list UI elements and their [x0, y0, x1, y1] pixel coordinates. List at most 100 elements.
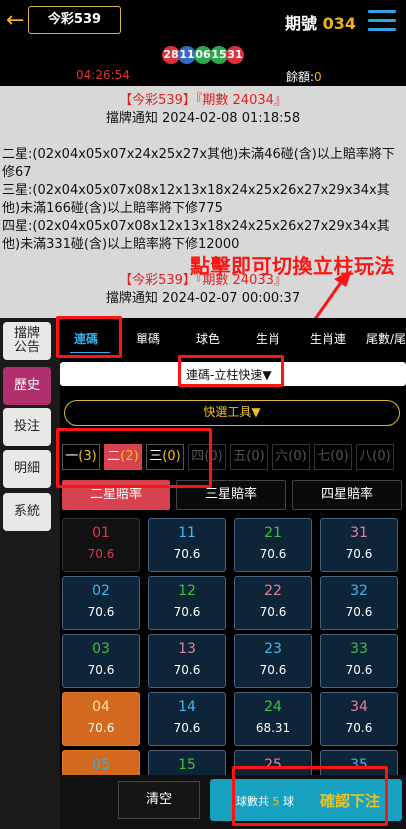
number-cell[interactable]: 34 70.6 — [320, 692, 398, 746]
balance-value: 0 — [314, 70, 322, 84]
tab-ballcolor[interactable]: 球色 — [196, 330, 220, 347]
sidebar-item-history[interactable]: 歷史 — [3, 367, 51, 405]
balance-label: 餘額: — [286, 70, 315, 84]
sidebar-item-label: 投注 — [13, 419, 40, 434]
result-ball: 31 — [226, 46, 244, 64]
number-cell-odds: 70.6 — [345, 547, 373, 561]
number-cell-number: 15 — [178, 757, 196, 773]
number-cell[interactable]: 32 70.6 — [320, 576, 398, 630]
number-cell[interactable]: 31 70.6 — [320, 518, 398, 572]
pillar-tab-count: (0) — [330, 449, 349, 464]
sidebar-item-detail[interactable]: 明細 — [3, 450, 51, 488]
number-cell-number: 32 — [350, 583, 368, 599]
tab-danma[interactable]: 單碼 — [136, 330, 160, 347]
number-cell-odds: 70.6 — [87, 547, 115, 561]
confirm-label: 確認下注 — [320, 792, 381, 810]
number-cell[interactable]: 14 70.6 — [148, 692, 226, 746]
number-cell-odds: 70.6 — [345, 721, 373, 735]
tab-zodiac-combo[interactable]: 生肖連 — [310, 330, 346, 347]
number-cell[interactable]: 22 70.6 — [234, 576, 312, 630]
pillar-tab-label: 八 — [359, 449, 373, 464]
ball-count: 球數共 5 球 — [236, 793, 294, 809]
number-cell-odds: 70.6 — [173, 547, 201, 561]
number-cell[interactable]: 01 70.6 — [62, 518, 140, 572]
sidebar-item-label: 擋牌 公告 — [13, 326, 40, 355]
confirm-bet-button[interactable]: 球數共 5 球 確認下注 — [210, 779, 402, 821]
lottery-select-button[interactable]: 今彩539 — [28, 6, 121, 34]
number-cell[interactable]: 21 70.6 — [234, 518, 312, 572]
tab-3star-rate[interactable]: 三星賠率 — [176, 480, 286, 510]
notice-subtitle: 擋牌通知 2024-02-07 00:00:37 — [105, 291, 301, 306]
number-cell[interactable]: 12 70.6 — [148, 576, 226, 630]
number-cell-odds: 68.31 — [255, 721, 291, 735]
number-cell-number: 01 — [92, 525, 110, 541]
number-cell-odds: 70.6 — [259, 547, 287, 561]
pillar-tab-label: 四 — [191, 449, 205, 464]
pillar-tab-count: (0) — [372, 449, 391, 464]
number-cell-odds: 70.6 — [173, 721, 201, 735]
quick-tools-button[interactable]: 快選工具▼ — [64, 400, 400, 426]
sidebar-item-label: 明細 — [13, 461, 40, 476]
annotation-text: 點擊即可切換立柱玩法 — [190, 254, 395, 278]
sidebar-item-label: 歷史 — [13, 378, 40, 393]
play-type-dropdown[interactable]: 連碼-立柱快速▼ — [60, 362, 406, 386]
number-cell[interactable]: 23 70.6 — [234, 634, 312, 688]
ball-count-value: 5 — [272, 795, 280, 808]
pillar-tab-label: 六 — [275, 449, 289, 464]
pillar-tab: 四(0) — [188, 444, 226, 470]
pillar-tab[interactable]: 一(3) — [62, 444, 100, 470]
number-cell[interactable]: 02 70.6 — [62, 576, 140, 630]
clear-button[interactable]: 清空 — [118, 781, 200, 819]
pillar-tab: 六(0) — [272, 444, 310, 470]
notice-line: 三星:(02x04x05x07x08x12x13x18x24x25x26x27x… — [2, 183, 390, 216]
tab-tail[interactable]: 尾數/尾 — [366, 330, 406, 347]
pillar-tab-count: (2) — [120, 449, 139, 464]
number-cell-odds: 70.6 — [87, 721, 115, 735]
tab-zodiac[interactable]: 生肖 — [256, 330, 280, 347]
pillar-tab-label: 五 — [233, 449, 247, 464]
number-cell-odds: 70.6 — [345, 663, 373, 677]
sidebar-item-system[interactable]: 系統 — [3, 493, 51, 531]
notice-title: 【今彩539】『期數 24034』 — [119, 93, 287, 108]
pillar-tab-count: (0) — [288, 449, 307, 464]
pillar-tab: 七(0) — [314, 444, 352, 470]
tab-underline — [70, 352, 110, 353]
notice-panel[interactable]: 【今彩539】『期數 24034』 擋牌通知 2024-02-08 01:18:… — [0, 86, 406, 318]
pillar-tab-count: (0) — [162, 449, 181, 464]
number-cell-number: 02 — [92, 583, 110, 599]
back-arrow-icon[interactable]: ← — [6, 8, 26, 34]
tab-lianma[interactable]: 連碼 — [74, 330, 98, 347]
period-display: 期號 034 — [285, 10, 356, 34]
sidebar-item-notice[interactable]: 擋牌 公告 — [3, 322, 51, 360]
tab-2star-rate[interactable]: 二星賠率 — [62, 480, 170, 510]
tab-4star-rate[interactable]: 四星賠率 — [292, 480, 402, 510]
number-cell[interactable]: 13 70.6 — [148, 634, 226, 688]
number-grid: 01 70.6 11 70.6 21 70.6 31 70.6 02 70.6 12 70.6 22 70… — [60, 518, 406, 804]
number-cell[interactable]: 03 70.6 — [62, 634, 140, 688]
pillar-tab-label: 七 — [317, 449, 331, 464]
number-cell-number: 24 — [264, 699, 282, 715]
number-cell-number: 35 — [350, 757, 368, 773]
number-cell-odds: 70.6 — [173, 663, 201, 677]
number-cell[interactable]: 11 70.6 — [148, 518, 226, 572]
number-cell-odds: 70.6 — [259, 605, 287, 619]
hamburger-menu-icon[interactable] — [368, 10, 396, 32]
pillar-tab[interactable]: 二(2) — [104, 444, 142, 470]
number-cell-odds: 70.6 — [345, 605, 373, 619]
pillar-tab-count: (0) — [246, 449, 265, 464]
sidebar-item-label: 系統 — [13, 504, 40, 519]
number-cell[interactable]: 33 70.6 — [320, 634, 398, 688]
pillar-tab: 八(0) — [356, 444, 394, 470]
number-cell-odds: 70.6 — [87, 605, 115, 619]
pillar-tab: 五(0) — [230, 444, 268, 470]
sidebar-item-bet[interactable]: 投注 — [3, 408, 51, 446]
play-tabs: 連碼 單碼 球色 生肖 生肖連 尾數/尾 — [60, 318, 406, 358]
play-type-value: 連碼-立柱快速▼ — [186, 368, 272, 382]
ball-count-unit: 球 — [283, 795, 294, 808]
pillar-tab[interactable]: 三(0) — [146, 444, 184, 470]
number-cell-number: 03 — [92, 641, 110, 657]
number-cell[interactable]: 04 70.6 — [62, 692, 140, 746]
number-cell[interactable]: 24 68.31 — [234, 692, 312, 746]
pillar-tab-label: 二 — [107, 449, 121, 464]
ball-count-label: 球數共 — [236, 795, 269, 808]
